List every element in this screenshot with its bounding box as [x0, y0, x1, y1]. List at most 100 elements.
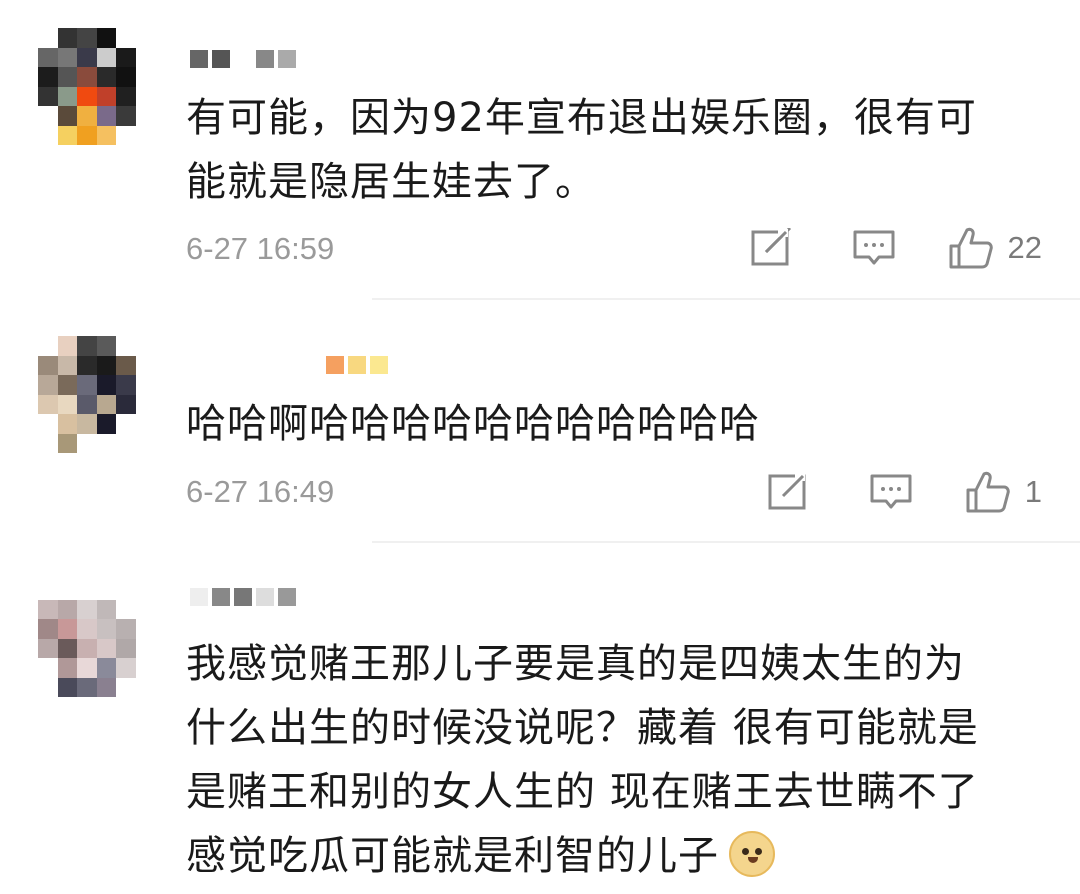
avatar-pixel [135, 125, 155, 145]
comment-icon [870, 474, 912, 509]
avatar-pixel [135, 336, 155, 356]
timestamp: 6-27 16:49 [186, 474, 335, 509]
avatar-pixel [96, 414, 116, 434]
avatar-pixel [38, 375, 58, 395]
avatar-pixel [57, 658, 77, 678]
comment-line: 感觉吃瓜可能就是利智的儿子 [186, 824, 1056, 888]
username-pixel [190, 588, 208, 606]
username-pixel [190, 50, 208, 68]
repost-button[interactable] [750, 228, 794, 268]
username-pixelated[interactable] [326, 356, 388, 378]
username-pixel [256, 588, 274, 606]
avatar-pixel [77, 355, 97, 375]
reply-button[interactable] [869, 472, 913, 512]
avatar-pixel [38, 355, 58, 375]
avatar-pixel [96, 580, 116, 600]
repost-button[interactable] [767, 472, 811, 512]
username-pixel [234, 50, 252, 68]
like-count: 1 [1024, 474, 1042, 509]
avatar-pixel [116, 106, 136, 126]
edit-icon [768, 473, 806, 510]
username-pixel [278, 588, 296, 606]
avatar-pixel [77, 375, 97, 395]
avatar-pixel [57, 433, 77, 453]
avatar-pixel [116, 599, 136, 619]
avatar-pixel [38, 47, 58, 67]
username-pixelated[interactable] [190, 588, 296, 610]
edit-icon [751, 228, 791, 266]
avatar-pixel [135, 414, 155, 434]
avatar-pixel [57, 677, 77, 697]
avatar-pixel [38, 580, 58, 600]
avatar-pixel [57, 580, 77, 600]
like-button[interactable]: 1 [965, 470, 1042, 514]
avatar-pixel [135, 433, 155, 453]
avatar-pixel [77, 677, 97, 697]
avatar-pixel [57, 599, 77, 619]
avatar-pixel [57, 414, 77, 434]
avatar-pixel [96, 336, 116, 356]
avatar-pixel [77, 638, 97, 658]
timestamp: 6-27 16:59 [186, 231, 335, 266]
avatar-pixel [57, 67, 77, 87]
avatar-pixel [96, 677, 116, 697]
avatar-pixel [38, 125, 58, 145]
avatar-pixel [96, 433, 116, 453]
comment-text: 哈哈啊哈哈哈哈哈哈哈哈哈哈哈 [186, 392, 1056, 456]
avatar-pixel [96, 394, 116, 414]
avatar-pixel [116, 125, 136, 145]
username-pixel [326, 356, 344, 374]
comment-line: 是赌王和别的女人生的 现在赌王去世瞒不了 [186, 769, 979, 815]
comment-text: 我感觉赌王那儿子要是真的是四姨太生的为 什么出生的时候没说呢？藏着 很有可能就是… [186, 632, 1056, 888]
comment-text: 有可能，因为92年宣布退出娱乐圈，很有可 能就是隐居生娃去了。 [186, 86, 1056, 214]
username-pixel [234, 588, 252, 606]
username-pixel [212, 588, 230, 606]
avatar-pixel [77, 125, 97, 145]
avatar-pixel [116, 619, 136, 639]
avatar-pixel [116, 433, 136, 453]
avatar-pixel [57, 86, 77, 106]
avatar-pixel [57, 638, 77, 658]
comment-line: 我感觉赌王那儿子要是真的是四姨太生的为 [186, 641, 965, 687]
username-pixel [278, 50, 296, 68]
avatar-pixel [38, 86, 58, 106]
avatar-pixel [57, 47, 77, 67]
avatar-pixel [57, 375, 77, 395]
comment-line: 有可能，因为92年宣布退出娱乐圈，很有可 [186, 95, 977, 141]
avatar-pixel [96, 28, 116, 48]
avatar-pixel [135, 106, 155, 126]
avatar-pixel [38, 638, 58, 658]
avatar-pixel [38, 658, 58, 678]
avatar-pixel [77, 336, 97, 356]
avatar-pixel [96, 67, 116, 87]
like-button[interactable]: 22 [948, 226, 1042, 270]
avatar-pixel [96, 375, 116, 395]
comment-line: 哈哈啊哈哈哈哈哈哈哈哈哈哈哈 [186, 401, 760, 447]
avatar[interactable] [38, 580, 155, 697]
avatar-pixel [77, 599, 97, 619]
avatar-pixel [77, 28, 97, 48]
avatar-pixel [57, 394, 77, 414]
avatar-pixel [77, 86, 97, 106]
username-pixelated[interactable] [190, 50, 296, 72]
avatar-pixel [77, 433, 97, 453]
avatar-pixel [77, 47, 97, 67]
avatar-pixel [116, 394, 136, 414]
avatar[interactable] [38, 336, 155, 453]
like-count: 22 [1007, 230, 1042, 265]
avatar-pixel [116, 67, 136, 87]
divider [372, 541, 1080, 543]
avatar-pixel [38, 106, 58, 126]
reply-button[interactable] [852, 228, 896, 268]
avatar-pixel [38, 394, 58, 414]
thumbs-up-icon [966, 471, 1010, 513]
avatar-pixel [57, 125, 77, 145]
avatar-pixel [116, 677, 136, 697]
avatar-pixel [135, 638, 155, 658]
avatar-pixel [135, 375, 155, 395]
avatar-pixel [135, 86, 155, 106]
avatar[interactable] [38, 28, 155, 145]
avatar-pixel [96, 619, 116, 639]
comment-icon [853, 230, 895, 265]
avatar-pixel [38, 599, 58, 619]
